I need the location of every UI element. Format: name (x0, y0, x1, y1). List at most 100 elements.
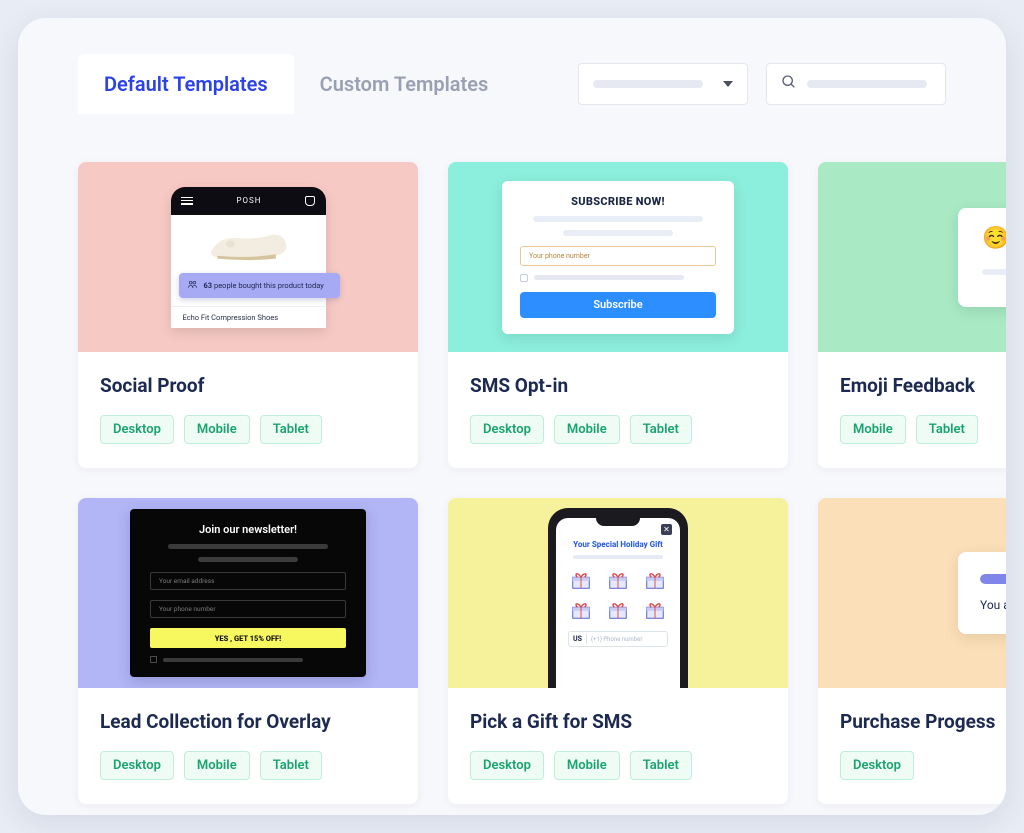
template-thumbnail: SUBSCRIBE NOW! Your phone number Subscri… (448, 162, 788, 352)
placeholder-line (168, 544, 328, 549)
card-body: SMS Opt-in Desktop Mobile Tablet (448, 352, 788, 468)
tag-mobile: Mobile (184, 415, 250, 444)
gift-icon (641, 599, 668, 621)
email-input: Your email address (150, 572, 346, 590)
progress-popup: You are 10€ away from FRE (958, 552, 1006, 634)
subscribe-button: Subscribe (520, 292, 716, 318)
progress-bar (980, 574, 1006, 584)
phone-mock: ✕ Your Special Holiday Gift (548, 508, 688, 688)
gift-icon (605, 569, 632, 591)
gift-icon (568, 569, 595, 591)
emoji-popup: ☺️ 🙂 🥺 😍 (958, 208, 1006, 307)
card-body: Purchase Progess Desktop (818, 688, 1006, 804)
tab-label: Custom Templates (320, 72, 489, 96)
tag-desktop: Desktop (470, 415, 544, 444)
placeholder-line (198, 557, 298, 562)
emoji-icon: ☺️ (982, 226, 1006, 251)
template-thumbnail: ☺️ 🙂 🥺 😍 (818, 162, 1006, 352)
popup-heading: SUBSCRIBE NOW! (520, 195, 716, 208)
gift-icon (568, 599, 595, 621)
brand-label: POSH (236, 196, 261, 205)
tag-desktop: Desktop (100, 751, 174, 780)
tag-tablet: Tablet (260, 751, 322, 780)
device-tags: Mobile Tablet (840, 415, 1006, 444)
placeholder-line (563, 230, 673, 236)
template-thumbnail: Join our newsletter! Your email address … (78, 498, 418, 688)
template-title: Lead Collection for Overlay (100, 710, 396, 733)
header: Default Templates Custom Templates (18, 18, 1006, 114)
tab-label: Default Templates (104, 72, 268, 96)
gift-icon (605, 599, 632, 621)
search-icon (781, 74, 797, 94)
cart-icon (305, 196, 315, 206)
cta-button: YES , GET 15% OFF! (150, 628, 346, 648)
placeholder-line (573, 555, 663, 559)
gift-grid (568, 569, 668, 621)
template-thumbnail: ✕ Your Special Holiday Gift (448, 498, 788, 688)
tag-desktop: Desktop (100, 415, 174, 444)
popup-heading: Join our newsletter! (150, 523, 346, 536)
card-body: Social Proof Desktop Mobile Tablet (78, 352, 418, 468)
card-body: Lead Collection for Overlay Desktop Mobi… (78, 688, 418, 804)
card-body: Emoji Feedback Mobile Tablet (818, 352, 1006, 468)
header-controls (578, 63, 946, 105)
template-card[interactable]: You are 10€ away from FRE Purchase Proge… (818, 498, 1006, 804)
tag-tablet: Tablet (916, 415, 978, 444)
subscribe-popup: SUBSCRIBE NOW! Your phone number Subscri… (502, 181, 734, 334)
menu-icon (181, 197, 193, 205)
product-image (171, 215, 326, 273)
tag-desktop: Desktop (470, 751, 544, 780)
consent-row (520, 274, 716, 282)
placeholder-line (534, 275, 684, 280)
tag-mobile: Mobile (184, 751, 250, 780)
template-title: Pick a Gift for SMS (470, 710, 766, 733)
checkbox-icon (150, 656, 157, 663)
placeholder-line (982, 269, 1006, 275)
tabs: Default Templates Custom Templates (78, 54, 514, 114)
device-tags: Desktop Mobile Tablet (470, 415, 766, 444)
tag-mobile: Mobile (554, 415, 620, 444)
search-placeholder (807, 80, 927, 88)
device-tags: Desktop (840, 751, 1006, 780)
newsletter-popup: Join our newsletter! Your email address … (130, 509, 366, 677)
template-thumbnail: POSH 63 people boug (78, 162, 418, 352)
phone-screen: ✕ Your Special Holiday Gift (556, 518, 680, 688)
placeholder-line (533, 216, 703, 222)
progress-fill (980, 574, 1006, 584)
card-body: Pick a Gift for SMS Desktop Mobile Table… (448, 688, 788, 804)
tab-default-templates[interactable]: Default Templates (78, 54, 294, 114)
placeholder-line (163, 658, 303, 662)
template-title: Social Proof (100, 374, 396, 397)
template-title: Emoji Feedback (840, 374, 1006, 397)
template-card[interactable]: ✕ Your Special Holiday Gift (448, 498, 788, 804)
tag-tablet: Tablet (630, 415, 692, 444)
popup-heading: Your Special Holiday Gift (568, 540, 668, 549)
template-card[interactable]: Join our newsletter! Your email address … (78, 498, 418, 804)
phone-mock: POSH 63 people boug (171, 187, 326, 328)
search-input[interactable] (766, 63, 946, 105)
phone-input: Your phone number (150, 600, 346, 618)
phone-header: POSH (171, 187, 326, 215)
tag-tablet: Tablet (630, 751, 692, 780)
template-card[interactable]: ☺️ 🙂 🥺 😍 Emoji Feedback Mobile Tablet (818, 162, 1006, 468)
app-window: Default Templates Custom Templates (18, 18, 1006, 815)
template-grid: POSH 63 people boug (18, 114, 1006, 815)
tab-custom-templates[interactable]: Custom Templates (294, 54, 515, 114)
template-thumbnail: You are 10€ away from FRE (818, 498, 1006, 688)
select-placeholder (593, 80, 703, 88)
people-icon (187, 279, 198, 292)
template-title: Purchase Progess (840, 710, 1006, 733)
close-icon: ✕ (661, 524, 672, 535)
proof-text: 63 people bought this product today (204, 281, 324, 290)
device-tags: Desktop Mobile Tablet (100, 751, 396, 780)
device-tags: Desktop Mobile Tablet (100, 415, 396, 444)
template-card[interactable]: POSH 63 people boug (78, 162, 418, 468)
device-tags: Desktop Mobile Tablet (470, 751, 766, 780)
template-title: SMS Opt-in (470, 374, 766, 397)
template-card[interactable]: SUBSCRIBE NOW! Your phone number Subscri… (448, 162, 788, 468)
tag-mobile: Mobile (554, 751, 620, 780)
filter-select[interactable] (578, 63, 748, 105)
progress-text: You are 10€ away from FRE (980, 598, 1006, 612)
phone-placeholder: (+1) Phone number (591, 636, 642, 643)
phone-input: Your phone number (520, 246, 716, 266)
